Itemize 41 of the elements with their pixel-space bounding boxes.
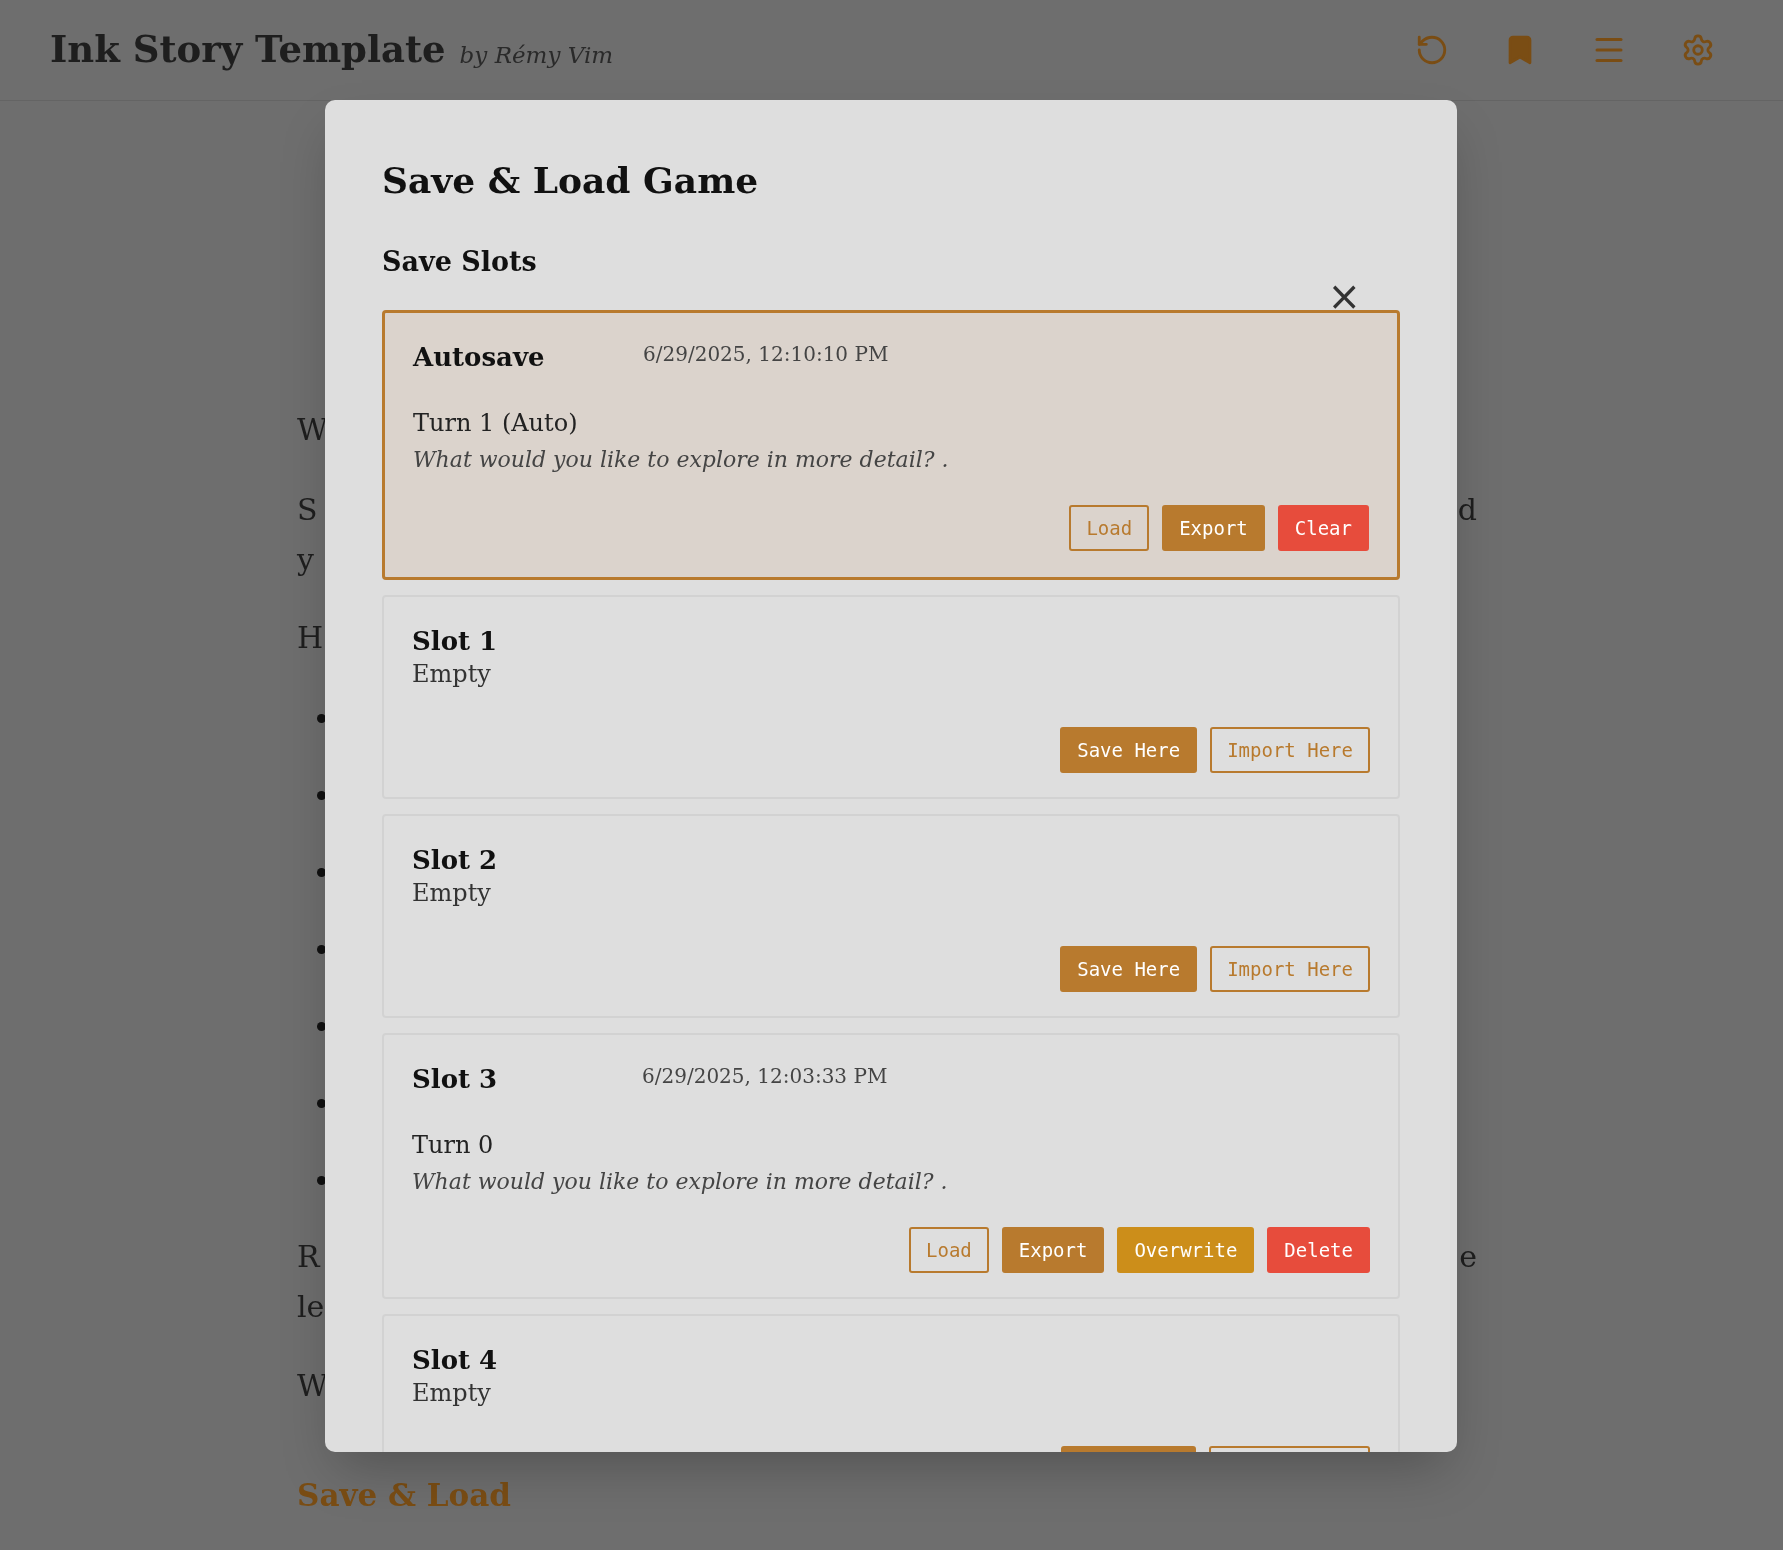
slot-button[interactable]: Save Here [1060, 727, 1198, 773]
slot-button[interactable]: Delete [1267, 1227, 1370, 1273]
story-text: R [297, 1238, 320, 1276]
slot-turn: Turn 1 (Auto) [413, 408, 579, 439]
slot-name: Autosave [413, 341, 546, 374]
story-text: d [1457, 491, 1477, 529]
author-byline: by Rémy Vim [459, 40, 614, 70]
story-text: S [297, 491, 318, 529]
slot-turn: Turn 0 [412, 1130, 495, 1161]
story-text: W [297, 1367, 328, 1405]
story-text: W [297, 411, 328, 449]
slot-excerpt: What would you like to explore in more detail? . [412, 1168, 949, 1196]
section-heading: Save Slots [382, 245, 538, 279]
slot-excerpt: What would you like to explore in more detail? . [413, 446, 950, 474]
slot-name: Slot 4 [412, 1344, 499, 1377]
slot-button[interactable]: Save Here [1060, 946, 1198, 992]
restart-icon[interactable] [1415, 33, 1449, 67]
slot-date: 6/29/2025, 12:10:10 PM [643, 341, 889, 368]
story-text: e [1459, 1238, 1477, 1276]
slot-name: Slot 2 [412, 844, 499, 877]
dialog-title: Save & Load Game [382, 158, 760, 203]
slot-date: 6/29/2025, 12:03:33 PM [642, 1063, 888, 1090]
slot-button[interactable]: Load [909, 1227, 989, 1273]
slot-button[interactable]: Export [1001, 1227, 1105, 1273]
slot-button[interactable]: Overwrite [1117, 1227, 1255, 1273]
slot-button[interactable]: Export [1162, 505, 1265, 551]
slot-button[interactable]: Load [1069, 505, 1150, 551]
settings-icon[interactable] [1681, 33, 1715, 67]
close-button[interactable]: × [1327, 276, 1361, 316]
story-text: y [297, 541, 314, 579]
slot-name: Slot 3 [412, 1063, 499, 1096]
slot-button[interactable]: Import Here [1210, 727, 1370, 773]
slot-status: Empty [412, 1378, 492, 1408]
slot-name: Slot 1 [412, 625, 499, 658]
slot-button[interactable]: Clear [1277, 505, 1369, 551]
story-text: le [297, 1288, 325, 1326]
slot-button[interactable]: Import Here [1210, 946, 1370, 992]
story-text: H [297, 619, 324, 657]
app-title: Ink Story Template [50, 26, 446, 74]
slot-status: Empty [412, 878, 492, 908]
slot-status: Empty [412, 659, 492, 689]
